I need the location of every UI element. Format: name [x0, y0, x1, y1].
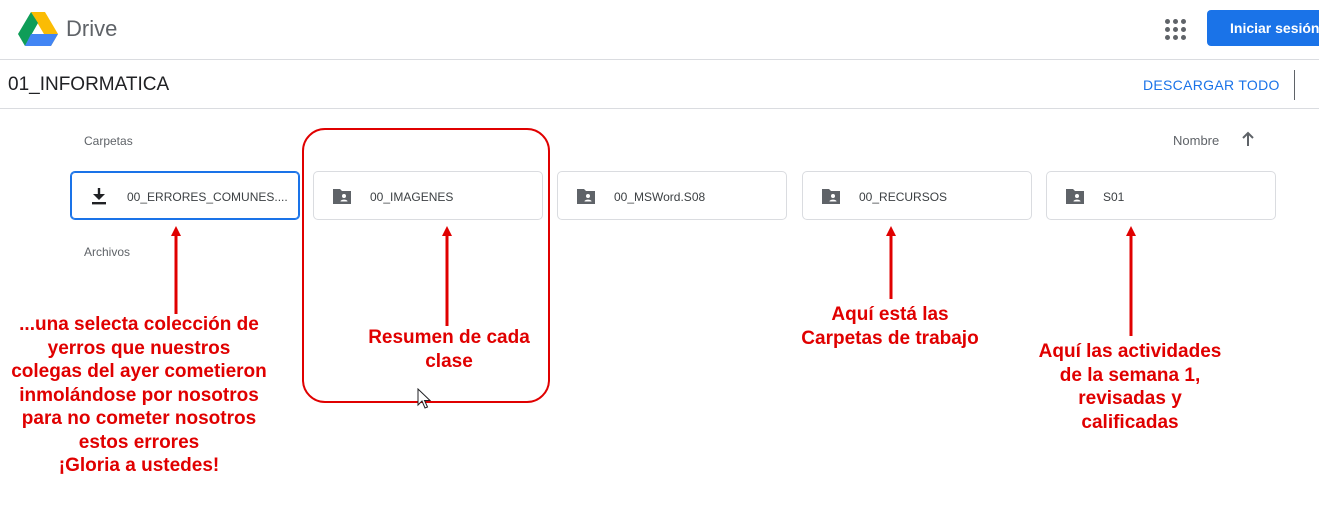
mouse-cursor-icon: [417, 388, 431, 409]
annotation-errores: ...una selecta colección de yerros que n…: [11, 314, 267, 476]
folder-name: 00_ERRORES_COMUNES....: [127, 190, 288, 204]
shared-folder-icon: [822, 189, 840, 204]
folder-name: 00_MSWord.S08: [614, 190, 706, 204]
folder-name: S01: [1103, 190, 1125, 204]
folder-tile-imagenes[interactable]: 00_IMAGENES: [313, 171, 543, 220]
download-all-button[interactable]: DESCARGAR TODO: [1143, 77, 1280, 93]
folder-tile-recursos[interactable]: 00_RECURSOS: [802, 171, 1032, 220]
annotation-recursos: Aquí está las Carpetas de trabajo: [801, 304, 979, 349]
sort-ascending-arrow-icon[interactable]: [1240, 130, 1256, 148]
apps-grid-icon[interactable]: [1162, 16, 1188, 42]
toolbar-divider: [1294, 70, 1295, 100]
sort-by-name-button[interactable]: Nombre: [1173, 133, 1219, 148]
folder-header: 01_INFORMATICA DESCARGAR TODO: [0, 60, 1319, 109]
drive-logo-icon[interactable]: [18, 11, 58, 46]
folder-tile-errores-comunes[interactable]: 00_ERRORES_COMUNES....: [70, 171, 300, 220]
folder-name: 00_RECURSOS: [859, 190, 948, 204]
download-icon: [92, 188, 106, 205]
annotation-imagenes: Resumen de cada clase: [368, 327, 530, 372]
folder-name: 00_IMAGENES: [370, 190, 454, 204]
shared-folder-icon: [333, 189, 351, 204]
top-bar: Drive Iniciar sesión: [0, 0, 1319, 60]
sign-in-button[interactable]: Iniciar sesión: [1207, 10, 1319, 46]
folders-section-label: Carpetas: [84, 134, 133, 148]
shared-folder-icon: [1066, 189, 1084, 204]
shared-folder-icon: [577, 189, 595, 204]
folder-title: 01_INFORMATICA: [8, 74, 170, 95]
files-section-label: Archivos: [84, 245, 131, 259]
folder-tile-s01[interactable]: S01: [1046, 171, 1276, 220]
brand-name: Drive: [66, 16, 118, 41]
annotation-s01: Aquí las actividades de la semana 1, rev…: [1038, 341, 1222, 433]
folder-tile-msword-s08[interactable]: 00_MSWord.S08: [557, 171, 787, 220]
